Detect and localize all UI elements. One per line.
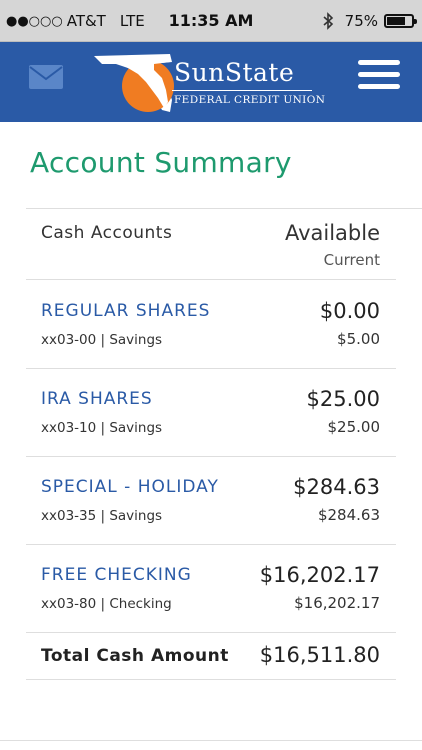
hamburger-icon-bar xyxy=(358,72,400,77)
account-number: xx03-10 | Savings xyxy=(41,420,163,436)
status-right: 75% xyxy=(321,12,417,30)
hamburger-icon-bar xyxy=(358,84,400,89)
available-balance: $284.63 xyxy=(293,475,380,499)
status-bar: ●●○○○ AT&T LTE 11:35 AM 75% xyxy=(0,0,422,42)
account-number: xx03-00 | Savings xyxy=(41,332,163,348)
total-label: Total Cash Amount xyxy=(41,646,229,666)
account-row[interactable]: SPECIAL - HOLIDAY xx03-35 | Savings $284… xyxy=(26,457,396,545)
current-balance: $284.63 xyxy=(317,506,380,524)
divider xyxy=(0,740,422,741)
current-balance: $25.00 xyxy=(327,418,381,436)
brand-subtitle: FEDERAL CREDIT UNION xyxy=(174,94,326,106)
account-row[interactable]: REGULAR SHARES xx03-00 | Savings $0.00 $… xyxy=(26,281,396,369)
account-name: SPECIAL - HOLIDAY xyxy=(41,477,219,497)
brand-divider xyxy=(172,90,312,91)
column-header-available: Available xyxy=(284,221,380,245)
account-name: IRA SHARES xyxy=(41,389,153,409)
total-row: Total Cash Amount $16,511.80 xyxy=(26,633,396,680)
battery-percent: 75% xyxy=(344,12,378,30)
battery-icon xyxy=(384,14,417,28)
account-number: xx03-80 | Checking xyxy=(41,596,172,612)
column-header-current: Current xyxy=(323,251,380,269)
brand-name: SunState xyxy=(174,58,295,87)
available-balance: $25.00 xyxy=(306,387,380,411)
account-row[interactable]: FREE CHECKING xx03-80 | Checking $16,202… xyxy=(26,545,396,633)
page-title: Account Summary xyxy=(30,146,292,179)
current-balance: $5.00 xyxy=(337,330,380,348)
bluetooth-icon xyxy=(323,12,333,30)
section-label: Cash Accounts xyxy=(41,223,173,243)
available-balance: $0.00 xyxy=(319,299,380,323)
account-number: xx03-35 | Savings xyxy=(41,508,163,524)
table-header: Cash Accounts Available Current xyxy=(26,209,396,280)
mail-icon[interactable] xyxy=(28,64,64,90)
account-row[interactable]: IRA SHARES xx03-10 | Savings $25.00 $25.… xyxy=(26,369,396,457)
app-header: SunState FEDERAL CREDIT UNION xyxy=(0,42,422,122)
current-balance: $16,202.17 xyxy=(294,594,380,612)
account-name: FREE CHECKING xyxy=(41,565,192,585)
total-value: $16,511.80 xyxy=(259,643,380,667)
menu-button[interactable] xyxy=(358,60,400,94)
hamburger-icon-bar xyxy=(358,60,400,65)
account-name: REGULAR SHARES xyxy=(41,301,211,321)
available-balance: $16,202.17 xyxy=(259,563,380,587)
